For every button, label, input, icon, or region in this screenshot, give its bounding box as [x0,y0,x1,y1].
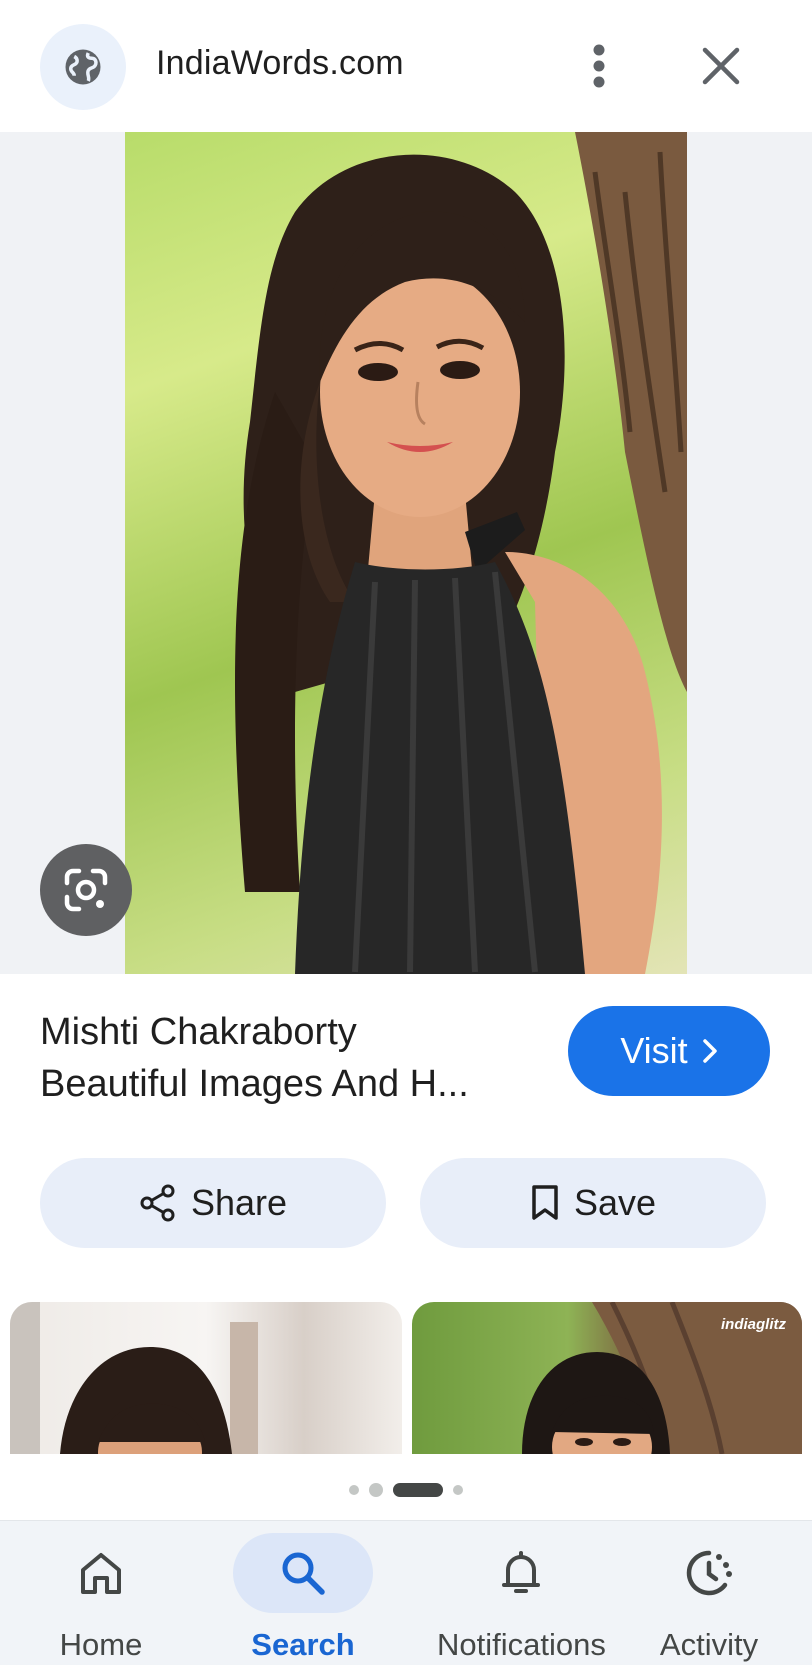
share-icon [140,1184,175,1222]
bell-icon [502,1551,541,1593]
chevron-right-icon [702,1039,717,1063]
nav-notifications[interactable]: Notifications [437,1521,606,1665]
visit-button[interactable]: Visit [568,1006,770,1096]
watermark-brand: indiaglitz [721,1316,786,1333]
result-title[interactable]: Mishti Chakraborty Beautiful Images And … [40,1006,540,1110]
image-viewer[interactable] [0,132,812,974]
share-button[interactable]: Share [40,1158,386,1248]
visit-label: Visit [620,1030,688,1071]
home-icon [81,1553,121,1594]
related-image-1[interactable] [10,1302,402,1454]
result-title-line2: Beautiful Images And H... [40,1063,469,1105]
related-image-2[interactable]: indiaglitz [412,1302,802,1454]
nav-notifications-icon-wrap [451,1533,591,1613]
nav-search-icon-wrap [233,1533,373,1613]
site-title[interactable]: IndiaWords.com [156,44,404,83]
portrait-illustration [235,132,687,974]
lens-search-button[interactable] [40,844,132,936]
globe-icon [65,49,101,85]
save-label: Save [573,1182,657,1223]
nav-search-label: Search [251,1627,355,1662]
nav-home[interactable]: Home [31,1521,171,1665]
nav-home-label: Home [59,1627,143,1662]
save-button[interactable]: Save [420,1158,766,1248]
share-label: Share [190,1182,288,1223]
carousel-indicator [0,1480,812,1500]
search-icon [282,1552,325,1595]
more-options-button[interactable] [574,36,624,96]
nav-activity[interactable]: Activity [639,1521,779,1665]
nav-home-icon-wrap [31,1533,171,1613]
result-photo[interactable] [125,132,687,974]
site-favicon [40,24,126,110]
close-icon [702,47,740,85]
nav-activity-icon-wrap [639,1533,779,1613]
activity-icon [686,1550,732,1596]
carousel-dot [369,1483,383,1497]
more-vert-icon [593,44,605,88]
carousel-dot [453,1485,463,1495]
result-title-line1: Mishti Chakraborty [40,1011,357,1053]
lens-icon [64,868,108,912]
nav-notifications-label: Notifications [437,1627,606,1662]
bookmark-icon [532,1185,558,1220]
related-image-1-illustration [10,1302,258,1454]
carousel-dot-active [393,1483,443,1497]
close-button[interactable] [694,36,748,96]
bottom-navigation: Home Search Notifications Activity [0,1520,812,1665]
carousel-dot [349,1485,359,1495]
nav-activity-label: Activity [659,1627,759,1662]
nav-search[interactable]: Search [233,1521,373,1665]
